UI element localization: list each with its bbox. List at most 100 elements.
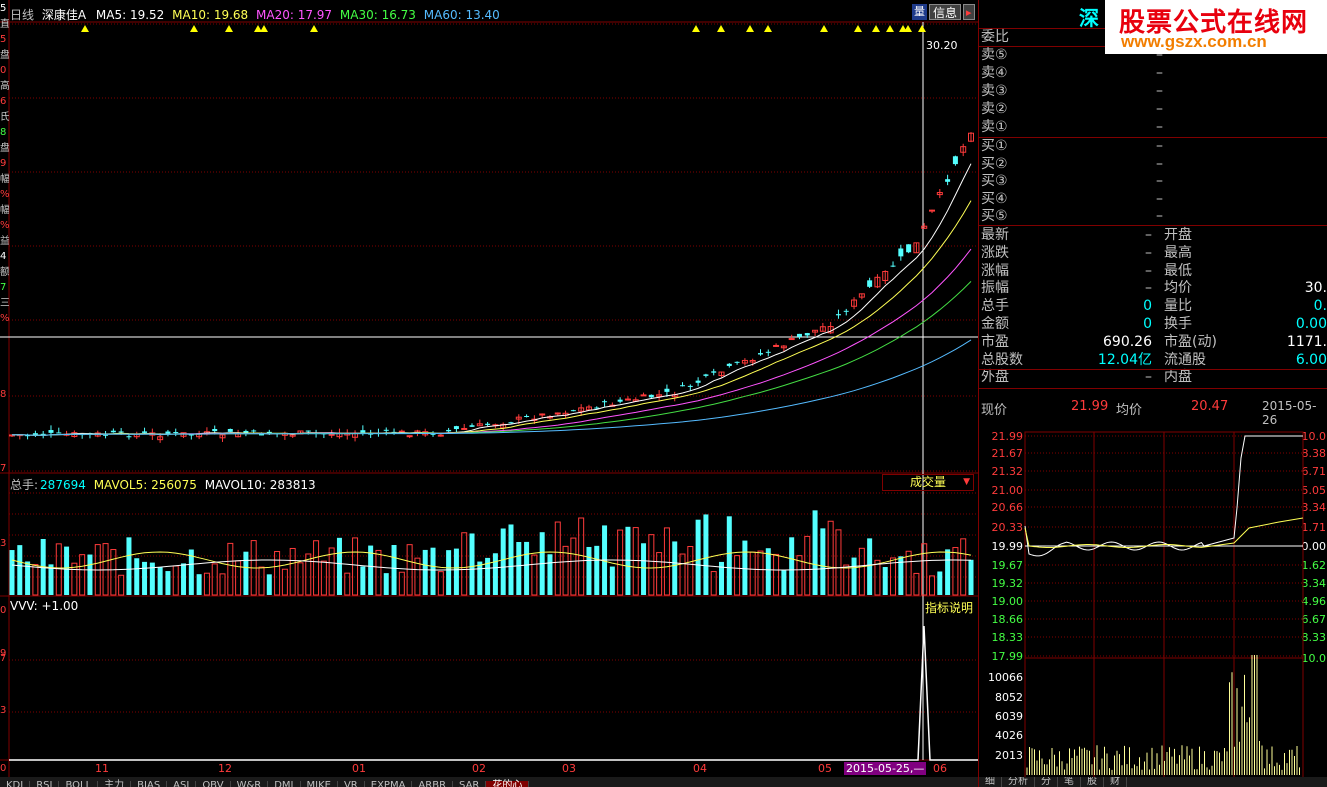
candle-body	[110, 430, 116, 433]
indicator-tab[interactable]: 主力	[98, 781, 132, 787]
buy-level-label: 买②	[981, 155, 1008, 172]
signal-marker	[225, 25, 233, 32]
close-icon[interactable]: ▸	[963, 4, 975, 20]
volume-bar	[126, 537, 132, 595]
volume-indicator-select[interactable]: 成交量 ▼	[882, 474, 974, 491]
quote-icon[interactable]: 量	[912, 4, 927, 20]
stat-label: 总股数	[981, 351, 1023, 368]
indicator-tab[interactable]: SAR	[453, 781, 487, 787]
indicator-tab[interactable]: EXPMA	[365, 781, 413, 787]
sell-level[interactable]: 卖④ –	[981, 65, 1327, 82]
indicator-tab[interactable]: RSI	[30, 781, 60, 787]
candle-body	[328, 433, 335, 436]
candle-body	[251, 430, 257, 432]
volume-bar	[477, 561, 483, 595]
indicator-help-button[interactable]: 指标说明	[925, 599, 973, 616]
indicator-tab[interactable]: KDJ	[0, 781, 31, 787]
volume-bar	[227, 542, 234, 596]
signal-marker	[310, 25, 318, 32]
indicator-tab[interactable]: DMI	[268, 781, 301, 787]
buy-level[interactable]: 买① –	[981, 138, 1327, 155]
indicator-tab[interactable]: 花的心	[486, 781, 530, 787]
volume-bar	[710, 571, 717, 596]
stat-label: 金额	[981, 316, 1009, 332]
volume-bar	[609, 566, 615, 595]
intraday-tab[interactable]: 分析	[1002, 777, 1035, 787]
candle-body	[703, 374, 709, 376]
candle-body	[227, 428, 233, 432]
info-button[interactable]: 信息	[929, 4, 962, 20]
sell-level[interactable]: 卖③ –	[981, 83, 1327, 100]
volume-bar	[508, 524, 514, 595]
intraday-tab[interactable]: 财	[1104, 777, 1127, 787]
indicator-tab[interactable]: VR	[338, 781, 365, 787]
volume-bar	[406, 544, 413, 596]
intraday-y-label: 21.99	[992, 430, 1024, 443]
stat-label: 市盈(动)	[1164, 333, 1217, 350]
candle-body	[539, 413, 546, 416]
stat-row: 最新 – 开盘	[981, 227, 1327, 244]
buy-level[interactable]: 买③ –	[981, 173, 1327, 190]
volume-bar	[391, 545, 397, 595]
ma30-value: MA30: 16.73	[339, 8, 416, 22]
intraday-tab[interactable]: 股	[1081, 777, 1104, 787]
volume-bar	[703, 514, 709, 595]
buy-level[interactable]: 买⑤ –	[981, 208, 1327, 225]
indicator-tab[interactable]: ASI	[167, 781, 197, 787]
indicator-tab[interactable]: W&R	[231, 781, 269, 787]
intraday-y-right-label: 3.34	[1302, 577, 1327, 590]
volume-bar	[617, 529, 624, 596]
ma60-value: MA60: 13.40	[423, 8, 500, 22]
indicator-tab[interactable]: BIAS	[131, 781, 168, 787]
candle-body	[437, 434, 444, 437]
indicator-tab[interactable]: OBV	[196, 781, 231, 787]
volume-bar	[383, 573, 389, 595]
buy-level[interactable]: 买④ –	[981, 191, 1327, 208]
signal-marker	[746, 25, 754, 32]
stock-name[interactable]: 深康佳A	[42, 8, 86, 22]
kline-chart-svg[interactable]	[0, 0, 978, 787]
volume-bar	[726, 516, 732, 595]
period-label[interactable]: 日线	[10, 8, 34, 22]
signal-marker	[820, 25, 828, 32]
main-chart-area[interactable]	[0, 0, 978, 787]
sell-level-label: 卖①	[981, 119, 1008, 135]
candle-body	[664, 388, 670, 392]
indicator-tab[interactable]: MIKE	[301, 781, 338, 787]
intraday-y-label: 19.00	[992, 595, 1024, 608]
stat-row: 总手 0 量比 0.	[981, 298, 1327, 315]
buy-level[interactable]: 买② –	[981, 156, 1327, 173]
volume-bar	[79, 554, 86, 596]
volume-bar	[203, 572, 210, 596]
sell-level[interactable]: 卖① –	[981, 119, 1327, 136]
candle-body	[469, 425, 475, 427]
sell-level-value: –	[1156, 83, 1163, 99]
buy-level-value: –	[1156, 155, 1163, 172]
intraday-chart-svg[interactable]: 21.99 21.67 21.32 21.00 20.66 20.33 19.99 19.67…	[979, 418, 1327, 778]
sell-level[interactable]: 卖② –	[981, 101, 1327, 118]
intraday-y-right-label: 6.71	[1302, 465, 1327, 478]
candle-body	[867, 280, 873, 287]
left-axis-char: 幅	[0, 173, 9, 185]
volume-bar	[586, 546, 592, 595]
intraday-tabs: 细分析分笔股财	[979, 777, 1327, 787]
indicator-tab[interactable]: ARBR	[412, 781, 454, 787]
left-axis-char: 5	[0, 34, 7, 45]
intraday-tab[interactable]: 分	[1035, 777, 1058, 787]
volume-bar	[274, 551, 281, 596]
candle-body	[952, 156, 958, 165]
intraday-y-right-label: 8.38	[1302, 447, 1327, 460]
candle-body	[804, 333, 810, 336]
stat-value: 6.00	[1295, 351, 1327, 368]
indicator-tab[interactable]: BOLL	[59, 781, 99, 787]
ma5-line	[11, 163, 972, 436]
volume-bar	[211, 563, 218, 596]
mavol5-value: MAVOL5: 256075	[93, 478, 197, 492]
left-axis-tick: 0	[0, 605, 7, 616]
intraday-tab[interactable]: 细	[979, 777, 1002, 787]
intraday-tab[interactable]: 笔	[1058, 777, 1081, 787]
volume-bar	[64, 546, 70, 595]
candle-body	[726, 363, 732, 366]
stat-label: 涨幅	[981, 262, 1009, 279]
intraday-y-label: 10066	[988, 671, 1023, 684]
